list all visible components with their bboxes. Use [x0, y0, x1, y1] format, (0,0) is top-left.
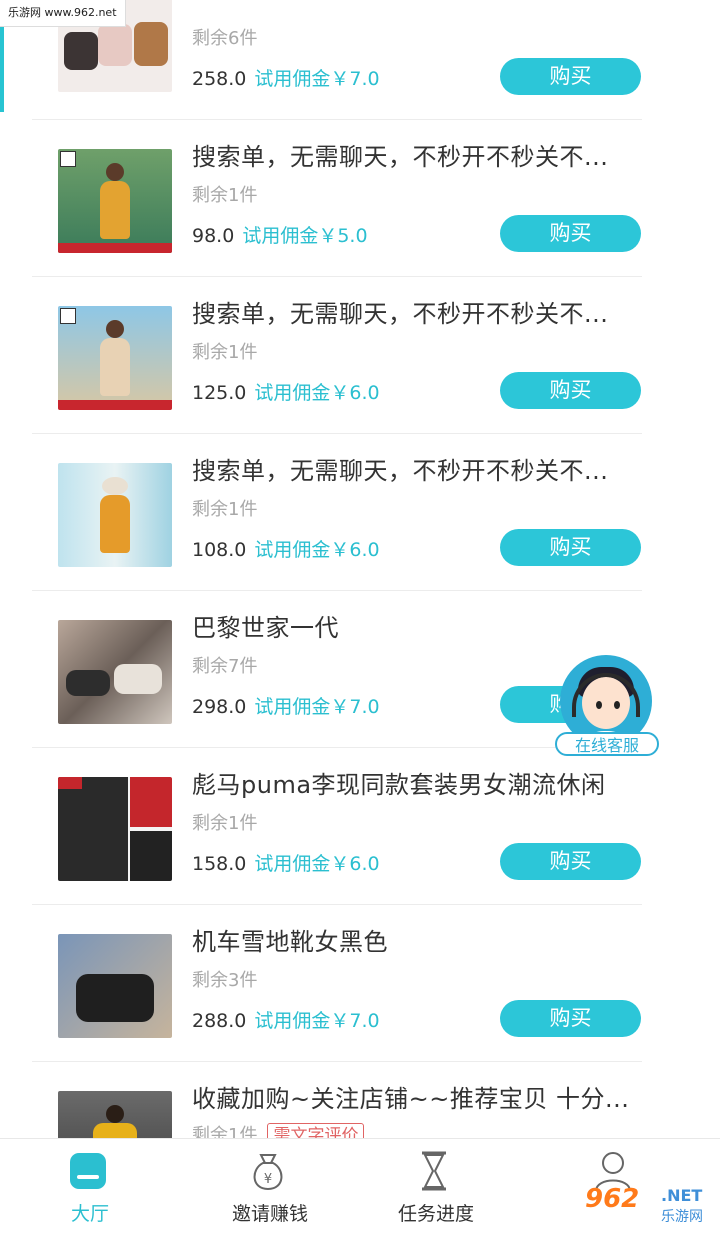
product-title: 搜索单，无需聊天，不秒开不秒关不...: [192, 457, 609, 485]
remaining-stock: 剩余7件: [192, 656, 258, 677]
watermark-logo-mark: 962: [585, 1184, 640, 1214]
tab-label: 邀请赚钱: [231, 1203, 308, 1225]
customer-service-label: 在线客服: [555, 732, 659, 756]
remaining-stock: 剩余1件: [192, 499, 258, 520]
watermark-logo-site: .NET: [661, 1186, 703, 1205]
price-line: 298.0 试用佣金￥7.0: [192, 692, 380, 719]
watermark-logo: 962 .NET 乐游网: [585, 1180, 715, 1228]
product-item[interactable]: 搜索单，无需聊天，不秒开不秒关不... 剩余1件 108.0 试用佣金￥6.0 购…: [32, 433, 642, 591]
tab-task-progress[interactable]: 任务进度: [346, 1139, 526, 1233]
watermark-site-label: 乐游网 www.962.net: [0, 0, 126, 27]
product-title: 机车雪地靴女黑色: [192, 928, 388, 956]
remaining-stock: 剩余3件: [192, 970, 258, 991]
hall-icon: [70, 1153, 106, 1189]
tab-hall[interactable]: 大厅: [0, 1139, 180, 1233]
product-thumbnail: [58, 620, 172, 724]
product-thumbnail: [58, 463, 172, 567]
product-price: 288.0: [192, 1010, 247, 1032]
tab-label: 大厅: [70, 1203, 109, 1225]
product-price: 298.0: [192, 696, 247, 718]
product-title: 巴黎世家一代: [192, 614, 339, 642]
online-customer-service-button[interactable]: 在线客服: [555, 655, 659, 763]
product-item[interactable]: 搜索单，无需聊天，不秒开不秒关不... 剩余1件 98.0 试用佣金￥5.0 购买: [32, 119, 642, 277]
trial-commission: 试用佣金￥6.0: [254, 853, 380, 875]
remaining-stock: 剩余6件: [192, 28, 258, 49]
price-line: 258.0 试用佣金￥7.0: [192, 64, 380, 91]
product-thumbnail: [58, 934, 172, 1038]
product-thumbnail: [58, 777, 172, 881]
trial-commission: 试用佣金￥7.0: [254, 696, 380, 718]
product-title: 彪马puma李现同款套装男女潮流休闲: [192, 771, 606, 799]
tab-invite-earn[interactable]: ¥ 邀请赚钱: [180, 1139, 360, 1233]
price-line: 108.0 试用佣金￥6.0: [192, 535, 380, 562]
price-line: 288.0 试用佣金￥7.0: [192, 1006, 380, 1033]
product-thumbnail: [58, 306, 172, 410]
trial-commission: 试用佣金￥6.0: [254, 539, 380, 561]
buy-button[interactable]: 购买: [500, 843, 641, 880]
product-thumbnail: [58, 149, 172, 253]
remaining-stock: 剩余1件: [192, 813, 258, 834]
buy-button[interactable]: 购买: [500, 58, 641, 95]
money-bag-icon: ¥: [253, 1154, 283, 1191]
trial-commission: 试用佣金￥7.0: [254, 1010, 380, 1032]
price-line: 125.0 试用佣金￥6.0: [192, 378, 380, 405]
trial-commission: 试用佣金￥6.0: [254, 382, 380, 404]
product-item[interactable]: 巴黎世家一代 剩余7件 298.0试用佣金￥7.0 购买: [32, 590, 642, 748]
buy-button[interactable]: 购买: [500, 529, 641, 566]
remaining-stock: 剩余1件: [192, 342, 258, 363]
price-line: 98.0 试用佣金￥5.0: [192, 221, 368, 248]
watermark-logo-sub: 乐游网: [661, 1209, 703, 1225]
product-price: 258.0: [192, 68, 247, 90]
product-price: 98.0: [192, 225, 235, 247]
tab-label: 任务进度: [397, 1203, 474, 1225]
product-price: 125.0: [192, 382, 247, 404]
buy-button[interactable]: 购买: [500, 372, 641, 409]
hourglass-icon: [422, 1151, 446, 1191]
remaining-stock: 剩余1件: [192, 185, 258, 206]
price-line: 158.0 试用佣金￥6.0: [192, 849, 380, 876]
buy-button[interactable]: 购买: [500, 215, 641, 252]
product-item[interactable]: 搜索单，无需聊天，不秒开不秒关不... 剩余1件 125.0 试用佣金￥6.0 购…: [32, 276, 642, 434]
product-item[interactable]: 彪马puma李现同款套装男女潮流休闲 剩余1件 158.0 试用佣金￥6.0 购买: [32, 747, 642, 905]
product-price: 158.0: [192, 853, 247, 875]
product-price: 108.0: [192, 539, 247, 561]
product-title: 搜索单，无需聊天，不秒开不秒关不...: [192, 300, 609, 328]
buy-button[interactable]: 购买: [500, 1000, 641, 1037]
trial-commission: 试用佣金￥7.0: [254, 68, 380, 90]
product-item[interactable]: 机车雪地靴女黑色 剩余3件 288.0 试用佣金￥7.0 购买: [32, 904, 642, 1062]
product-title: 搜索单，无需聊天，不秒开不秒关不...: [192, 143, 609, 171]
svg-text:¥: ¥: [264, 1172, 272, 1187]
trial-commission: 试用佣金￥5.0: [242, 225, 368, 247]
product-title: 收藏加购~关注店铺~~推荐宝贝 十分...: [192, 1085, 630, 1113]
